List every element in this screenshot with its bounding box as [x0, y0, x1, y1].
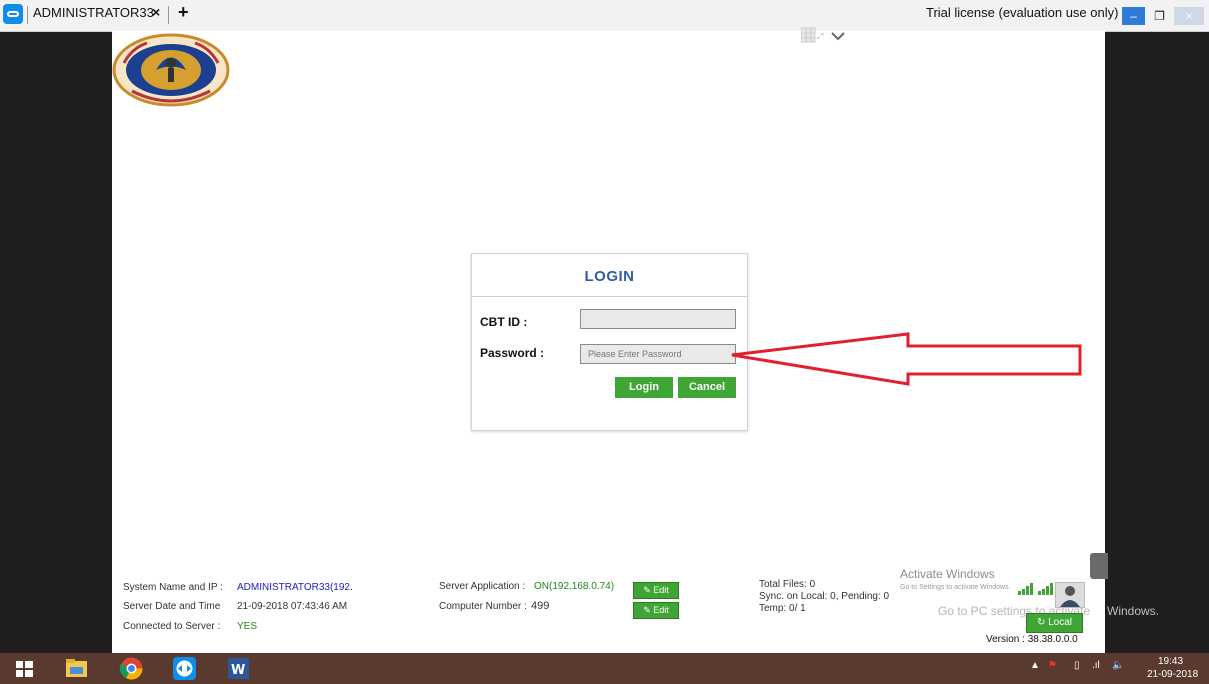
- user-avatar: [1055, 582, 1085, 608]
- computer-number-label: Computer Number :: [439, 601, 527, 612]
- cbt-id-label: CBT ID :: [480, 315, 528, 329]
- sync-status-text: Sync. on Local: 0, Pending: 0: [759, 591, 890, 602]
- license-text: Trial license (evaluation use only): [926, 5, 1119, 20]
- teamviewer-taskbar-icon[interactable]: [170, 655, 199, 682]
- teamviewer-side-panel-tab[interactable]: [1090, 553, 1108, 579]
- remote-toolbar-toggle-icon[interactable]: ⤢: [801, 27, 849, 45]
- clock-time[interactable]: 19:43: [1158, 656, 1183, 667]
- svg-text:W: W: [231, 663, 245, 678]
- connected-value: YES: [237, 621, 258, 632]
- separator: [168, 6, 169, 24]
- server-application-value: ON(192.168.0.74): [534, 581, 615, 592]
- show-hidden-icons-icon[interactable]: ▲: [1030, 660, 1040, 671]
- battery-icon[interactable]: ▯: [1074, 660, 1080, 671]
- windows-start-icon[interactable]: [10, 655, 39, 682]
- system-name-label: System Name and IP :: [123, 582, 223, 593]
- volume-icon[interactable]: 🔈: [1112, 660, 1124, 671]
- chrome-icon[interactable]: [117, 655, 146, 682]
- login-header: LOGIN: [472, 254, 747, 297]
- cbt-id-input[interactable]: [580, 309, 736, 329]
- svg-text:⤢: ⤢: [816, 32, 823, 41]
- pencil-icon: ✎: [643, 605, 651, 615]
- activate-windows-heading: Activate Windows: [900, 567, 995, 581]
- connected-label: Connected to Server :: [123, 621, 221, 632]
- edit-computer-button[interactable]: ✎ Edit: [633, 602, 679, 619]
- close-tab-icon[interactable]: ×: [152, 4, 160, 20]
- edit-label: Edit: [653, 605, 669, 615]
- restore-button[interactable]: ❐: [1148, 7, 1171, 25]
- login-panel: LOGIN CBT ID : Password : Please Enter P…: [471, 253, 748, 431]
- total-files-text: Total Files: 0: [759, 579, 816, 590]
- teamviewer-titlebar: ADMINISTRATOR33 × + Trial license (evalu…: [0, 0, 1209, 32]
- refresh-icon: ↻: [1036, 617, 1046, 628]
- server-application-label: Server Application :: [439, 581, 526, 592]
- close-window-button[interactable]: ×: [1174, 7, 1204, 25]
- activate-windows-tail-text: Windows.: [1107, 604, 1160, 618]
- edit-label: Edit: [653, 585, 669, 595]
- server-date-value: 21-09-2018 07:43:46 AM: [237, 601, 348, 612]
- red-pointer-arrow: [731, 332, 1082, 386]
- temp-text: Temp: 0/ 1: [759, 603, 806, 614]
- password-input[interactable]: Please Enter Password: [580, 344, 736, 364]
- system-name-value: ADMINISTRATOR33(192.: [237, 582, 353, 593]
- local-label: Local: [1048, 617, 1073, 628]
- network-flag-icon[interactable]: ⚑: [1048, 660, 1057, 671]
- edit-server-button[interactable]: ✎ Edit: [633, 582, 679, 599]
- separator: [27, 6, 28, 24]
- signal-bars-icon[interactable]: .ıl: [1092, 660, 1100, 671]
- version-text: Version : 38.38.0.0.0: [986, 634, 1078, 645]
- login-title: LOGIN: [584, 268, 635, 285]
- institute-emblem-logo: [112, 33, 230, 107]
- signal-strength-icon: [1018, 583, 1053, 595]
- local-refresh-button[interactable]: ↻ Local: [1026, 613, 1083, 633]
- session-tab-title[interactable]: ADMINISTRATOR33: [33, 5, 154, 20]
- password-label: Password :: [480, 346, 545, 360]
- word-icon[interactable]: W: [224, 655, 253, 682]
- login-button[interactable]: Login: [615, 377, 673, 398]
- computer-number-value: 499: [531, 600, 550, 612]
- minimize-button[interactable]: –: [1122, 7, 1145, 25]
- server-date-label: Server Date and Time: [123, 601, 221, 612]
- file-explorer-icon[interactable]: [62, 655, 91, 682]
- clock-date[interactable]: 21-09-2018: [1147, 669, 1198, 680]
- new-tab-icon[interactable]: +: [178, 2, 189, 23]
- teamviewer-logo-icon[interactable]: [3, 4, 23, 24]
- pencil-icon: ✎: [643, 585, 651, 595]
- activate-windows-subtext: Go to Settings to activate Windows.: [900, 584, 1011, 591]
